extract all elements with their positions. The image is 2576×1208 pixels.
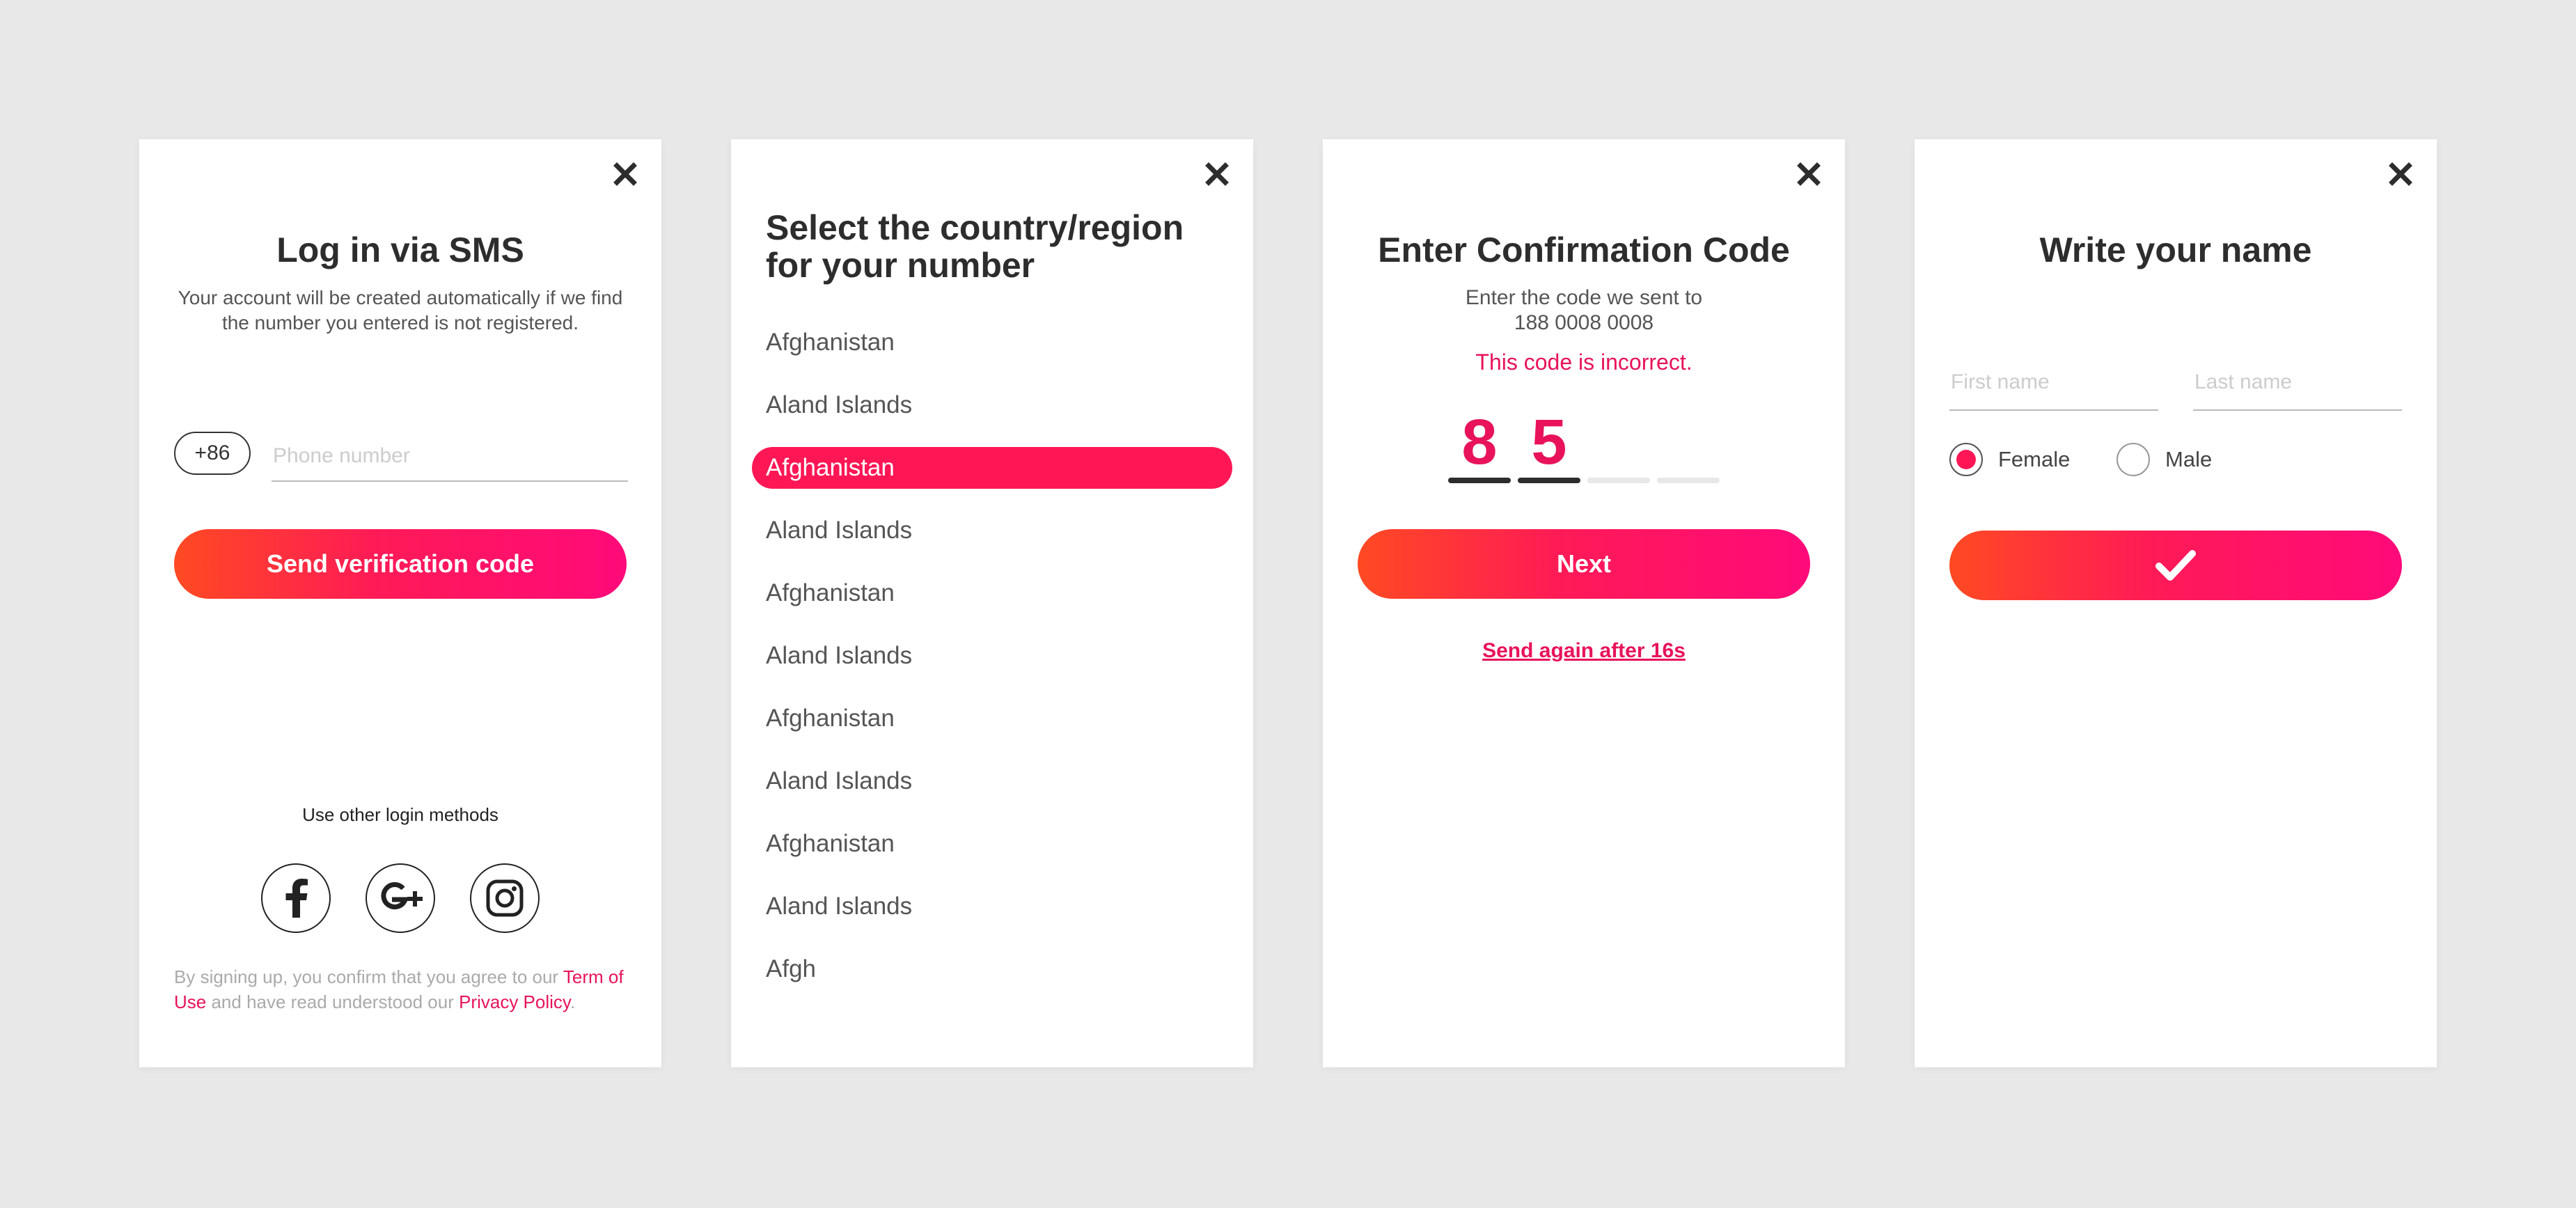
country-code-selector[interactable]: +86 <box>174 432 251 475</box>
confirmation-code-panel: Enter Confirmation Code Enter the code w… <box>1323 139 1845 1067</box>
code-slot-underline <box>1587 478 1650 483</box>
country-item[interactable]: Afghanistan <box>752 572 1232 614</box>
gender-radio-female[interactable]: Female <box>1949 443 2070 476</box>
country-item[interactable]: Afghanistan <box>752 823 1232 865</box>
facebook-icon[interactable] <box>261 863 331 933</box>
country-item[interactable]: Afghanistan <box>752 322 1232 363</box>
radio-label: Female <box>1998 447 2071 471</box>
close-icon[interactable] <box>2387 160 2414 188</box>
confirm-instruction: Enter the code we sent to <box>1465 286 1703 309</box>
privacy-policy-link[interactable]: Privacy Policy <box>459 991 570 1012</box>
country-item[interactable]: Aland Islands <box>752 886 1232 927</box>
legal-text: By signing up, you confirm that you agre… <box>174 966 563 987</box>
login-subtitle: Your account will be created automatical… <box>178 287 623 334</box>
last-name-input[interactable] <box>2193 355 2402 411</box>
close-icon[interactable] <box>1203 160 1231 188</box>
confirm-subtitle: Enter the code we sent to 188 0008 0008 <box>1351 285 1817 336</box>
radio-checked-icon <box>1949 443 1983 476</box>
radio-label: Male <box>2165 447 2213 471</box>
country-item-selected[interactable]: Afghanistan <box>752 447 1232 489</box>
code-slot-underline <box>1657 478 1720 483</box>
next-button[interactable]: Next <box>1358 529 1810 599</box>
phone-number-input[interactable] <box>272 432 628 482</box>
page-title: Select the country/region for your numbe… <box>766 208 1184 285</box>
radio-unchecked-icon <box>2116 443 2150 476</box>
page-title: Enter Confirmation Code <box>1378 230 1790 269</box>
close-icon[interactable] <box>611 160 639 188</box>
send-verification-code-button[interactable]: Send verification code <box>174 529 627 599</box>
code-slot-underline <box>1518 478 1580 483</box>
write-name-panel: Write your name Female Male <box>1915 139 2437 1067</box>
country-select-panel: Select the country/region for your numbe… <box>731 139 1253 1067</box>
first-name-input[interactable] <box>1949 355 2158 411</box>
page-title: Log in via SMS <box>276 230 524 269</box>
legal-text: . <box>570 991 576 1012</box>
page-title: Write your name <box>2039 230 2312 269</box>
confirm-name-button[interactable] <box>1949 531 2402 600</box>
close-icon[interactable] <box>1795 160 1823 188</box>
legal-text: and have read understood our <box>206 991 460 1012</box>
country-item[interactable]: Aland Islands <box>752 384 1232 426</box>
sms-login-panel: Log in via SMS Your account will be crea… <box>139 139 661 1067</box>
resend-code-link[interactable]: Send again after 16s <box>1323 639 1845 663</box>
check-icon <box>2155 550 2196 581</box>
code-slot-underline <box>1448 478 1511 483</box>
country-item[interactable]: Aland Islands <box>752 635 1232 677</box>
country-item[interactable]: Aland Islands <box>752 760 1232 802</box>
code-digit[interactable]: 8 <box>1448 407 1511 477</box>
code-digit[interactable]: 5 <box>1518 407 1580 477</box>
instagram-icon[interactable] <box>470 863 540 933</box>
country-item[interactable]: Afghanistan <box>752 698 1232 739</box>
error-message: This code is incorrect. <box>1475 350 1693 375</box>
confirm-phone-number: 188 0008 0008 <box>1514 311 1654 334</box>
other-login-methods-label: Use other login methods <box>302 804 498 825</box>
country-item[interactable]: Afgh <box>752 948 1232 990</box>
legal-notice: By signing up, you confirm that you agre… <box>174 964 627 1014</box>
gender-radio-male[interactable]: Male <box>2116 443 2212 476</box>
country-item[interactable]: Aland Islands <box>752 510 1232 551</box>
google-plus-icon[interactable] <box>366 863 435 933</box>
